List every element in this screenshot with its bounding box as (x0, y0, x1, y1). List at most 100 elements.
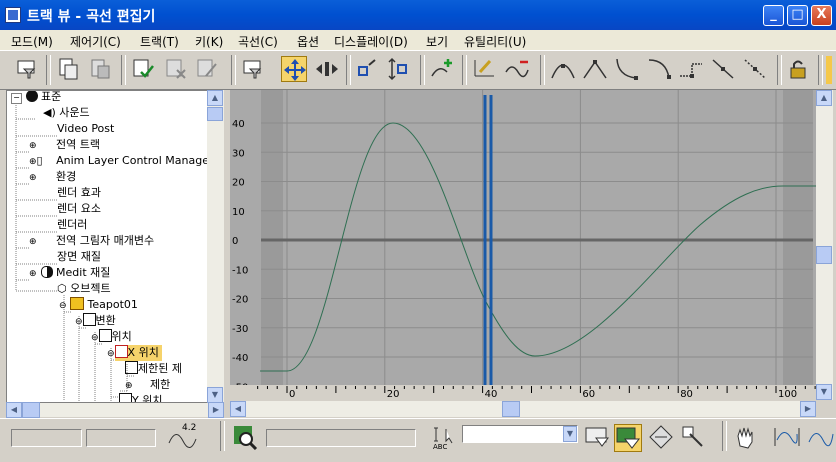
tree-item-transform[interactable]: ⊖ 변환 (75, 313, 116, 329)
menu-view[interactable]: 보기 (426, 33, 448, 50)
make-unique-icon[interactable] (194, 56, 220, 82)
draw-curves-icon[interactable] (472, 56, 498, 82)
tree-item-standard[interactable]: − 표준 (11, 91, 61, 105)
tree-item-limit[interactable]: ⊕ 제한 (125, 377, 170, 393)
menu-options[interactable]: 옵션 (297, 33, 319, 50)
scale-keys-icon[interactable] (355, 56, 381, 82)
tree-item-environment[interactable]: ⊕ 환경 (29, 169, 76, 185)
menu-display[interactable]: 디스플레이(D) (334, 33, 408, 50)
copy-controller-icon[interactable] (56, 56, 82, 82)
track-hierarchy[interactable]: − 표준 ◀) 사운드 Video Post ⊕ 전역 트랙 ⊕▯ Anim L… (6, 90, 224, 403)
x-tick-label: 100 (778, 389, 797, 400)
named-selection-dropdown[interactable]: ▼ (462, 425, 578, 443)
key-stats-icon[interactable]: 4.2 (166, 423, 206, 453)
scroll-thumb[interactable] (816, 246, 832, 264)
menu-tracks[interactable]: 트랙(T) (140, 33, 179, 50)
tree-item-render-effects[interactable]: 렌더 효과 (57, 185, 101, 201)
tangent-auto-icon[interactable] (550, 56, 576, 82)
tangent-step-icon[interactable] (678, 56, 704, 82)
tree-item-objects[interactable]: ⬡ 오브젝트 (57, 281, 111, 297)
x-tick-label: 0 (289, 389, 295, 400)
y-tick-label: -40 (232, 353, 248, 364)
tree-horizontal-scrollbar[interactable]: ◀ ▶ (6, 402, 224, 418)
key-frame-field[interactable] (11, 429, 82, 447)
transform-icon (82, 313, 96, 326)
add-keys-icon[interactable] (429, 56, 455, 82)
menu-utilities[interactable]: 유틸리티(U) (464, 33, 526, 50)
teapot-icon (70, 297, 85, 310)
assign-controller-icon[interactable] (130, 56, 156, 82)
tree-item-x-position[interactable]: ⊖ X 위치 (107, 345, 162, 361)
graph-vertical-scrollbar[interactable]: ▲ ▼ (816, 90, 833, 400)
scroll-thumb[interactable] (207, 107, 223, 121)
menu-controller[interactable]: 제어기(C) (70, 33, 121, 50)
frame-values-icon[interactable] (614, 424, 642, 452)
scroll-thumb[interactable] (502, 401, 520, 417)
selection-name-field[interactable] (266, 429, 416, 447)
scroll-up-arrow-icon[interactable]: ▲ (207, 90, 223, 106)
pan-zoom-icon[interactable] (648, 424, 674, 450)
tree-item-position[interactable]: ⊖ 위치 (91, 329, 132, 345)
close-button[interactable]: X (811, 5, 832, 26)
tree-item-global-shadow[interactable]: ⊕ 전역 그림자 매개변수 (29, 233, 154, 249)
tree-item-video-post[interactable]: Video Post (57, 121, 114, 137)
scale-values-icon[interactable] (386, 56, 412, 82)
scroll-up-arrow-icon[interactable]: ▲ (816, 90, 832, 106)
x-tick-label: 40 (485, 389, 498, 400)
scroll-right-arrow-icon[interactable]: ▶ (208, 402, 224, 418)
frame-horizontal-icon[interactable] (772, 424, 802, 450)
y-position-icon (119, 393, 132, 402)
filter-icon[interactable] (240, 56, 266, 82)
menu-mode[interactable]: 모드(M) (11, 33, 53, 50)
menu-keys[interactable]: 키(K) (195, 33, 223, 50)
minimize-button[interactable]: _ (763, 5, 784, 26)
app-icon (5, 7, 21, 23)
tree-vertical-scrollbar[interactable]: ▲ ▼ (207, 90, 224, 403)
paste-controller-icon[interactable] (88, 56, 114, 82)
scroll-right-arrow-icon[interactable]: ▶ (800, 401, 816, 417)
tangent-slow-icon[interactable] (646, 56, 672, 82)
curve-graph-canvas[interactable]: 403020100-10-20-30-40-50 020406080100 (230, 90, 816, 400)
tree-item-renderer[interactable]: 렌더러 (57, 217, 87, 233)
tree-item-limited-control[interactable]: 제한된 제 (125, 361, 182, 377)
delete-controller-icon[interactable] (163, 56, 189, 82)
filter-icon[interactable] (14, 56, 40, 82)
x-tick-label: 60 (582, 389, 595, 400)
slide-keys-icon[interactable] (314, 56, 340, 82)
tree-item-medit-materials[interactable]: ⊕ Medit 재질 (29, 265, 110, 281)
tree-item-scene-materials[interactable]: 장면 재질 (57, 249, 101, 265)
graph-horizontal-scrollbar[interactable]: ◀ ▶ (230, 401, 816, 417)
curve-graph[interactable]: 403020100-10-20-30-40-50 020406080100 (230, 90, 816, 400)
tangent-custom-icon[interactable] (582, 56, 608, 82)
maximize-button[interactable]: □ (787, 5, 808, 26)
reduce-keys-icon[interactable] (504, 56, 530, 82)
tree-item-global-tracks[interactable]: ⊕ 전역 트랙 (29, 137, 100, 153)
toolbar-overflow[interactable] (826, 56, 832, 84)
scroll-thumb[interactable] (22, 402, 40, 418)
tree-item-render-elements[interactable]: 렌더 요소 (57, 201, 101, 217)
zoom-region-icon[interactable] (584, 424, 610, 450)
scroll-down-arrow-icon[interactable]: ▼ (816, 384, 832, 400)
scroll-left-arrow-icon[interactable]: ◀ (230, 401, 246, 417)
key-value-field[interactable] (86, 429, 156, 447)
select-by-name-icon[interactable]: ABC (432, 425, 458, 453)
y-tick-label: 0 (232, 236, 238, 247)
tree-item-teapot01[interactable]: ⊖ Teapot01 (59, 297, 138, 313)
object-icon: ⬡ (57, 282, 67, 295)
tangent-linear-icon[interactable] (710, 56, 736, 82)
title-bar[interactable]: 트랙 뷰 - 곡선 편집기 _ □ X (0, 0, 836, 30)
tangent-smooth-icon[interactable] (742, 56, 768, 82)
zoom-icon[interactable] (680, 424, 706, 450)
tree-item-anim-layer[interactable]: ⊕▯ Anim Layer Control Manager (29, 153, 214, 169)
tree-item-y-position[interactable]: Y 위치 (119, 393, 162, 402)
frame-values-vertical-icon[interactable] (806, 424, 834, 450)
move-keys-icon[interactable] (281, 56, 307, 82)
tree-item-sound[interactable]: ◀) 사운드 (43, 105, 90, 121)
lock-selection-icon[interactable] (785, 56, 811, 82)
tangent-fast-icon[interactable] (614, 56, 640, 82)
pan-hand-icon[interactable] (732, 424, 758, 450)
scroll-down-arrow-icon[interactable]: ▼ (207, 387, 223, 403)
menu-curves[interactable]: 곡선(C) (238, 33, 278, 50)
scroll-left-arrow-icon[interactable]: ◀ (6, 402, 22, 418)
zoom-selected-icon[interactable] (232, 424, 258, 451)
